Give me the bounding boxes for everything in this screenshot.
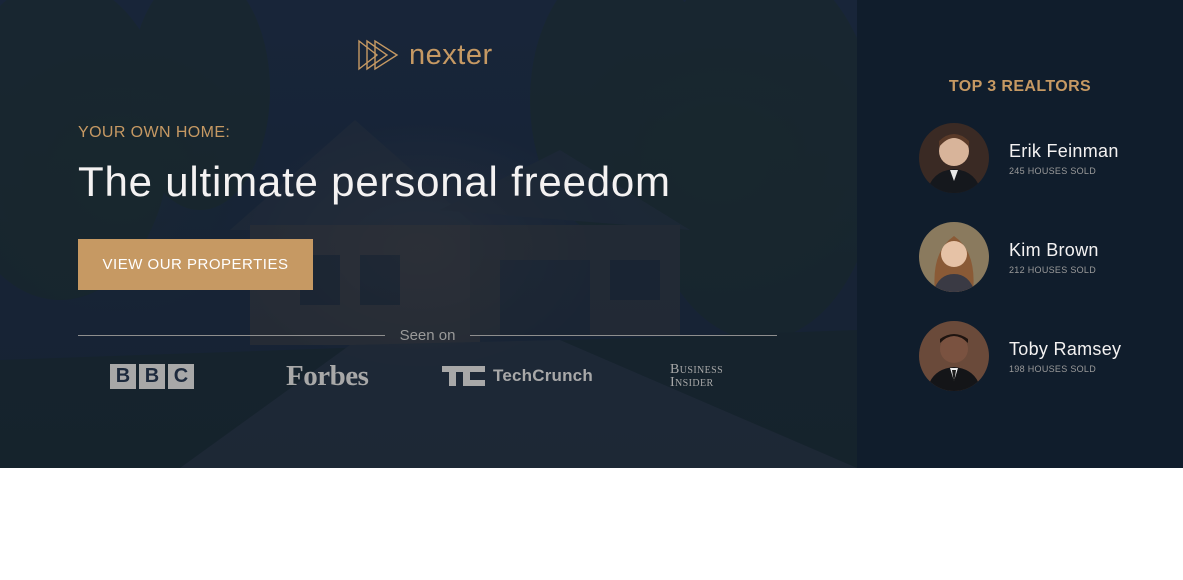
business-insider-line: Insider <box>670 375 714 390</box>
hero-eyebrow: YOUR OWN HOME: <box>78 124 231 141</box>
bbc-letter: C <box>168 363 194 389</box>
bbc-letter: B <box>139 363 165 389</box>
realtor-info: Kim Brown 212 HOUSES SOLD <box>1009 239 1099 275</box>
realtor-name: Erik Feinman <box>1009 141 1119 161</box>
seen-on-label: Seen on <box>399 326 456 344</box>
realtor-info: Toby Ramsey 198 HOUSES SOLD <box>1009 338 1121 374</box>
houses-sold: 245 HOUSES SOLD <box>1009 166 1097 176</box>
avatar-image-toby <box>919 321 989 391</box>
realtor-card[interactable]: Kim Brown 212 HOUSES SOLD <box>919 222 1159 292</box>
play-triangles-icon <box>358 39 399 71</box>
avatar <box>919 321 989 391</box>
business-insider-logo: Business Insider <box>670 356 723 396</box>
bbc-letter: B <box>110 363 136 389</box>
brand-logo[interactable]: nexter <box>357 38 493 72</box>
avatar <box>919 123 989 193</box>
realtor-card[interactable]: Erik Feinman 245 HOUSES SOLD <box>919 123 1159 193</box>
realtor-name: Toby Ramsey <box>1009 339 1122 359</box>
avatar-image-kim <box>919 222 989 292</box>
realtor-card[interactable]: Toby Ramsey 198 HOUSES SOLD <box>919 321 1159 391</box>
realtor-name: Kim Brown <box>1009 240 1099 260</box>
houses-sold: 212 HOUSES SOLD <box>1009 265 1097 275</box>
seen-on-divider: Seen on <box>78 324 778 346</box>
forbes-logo: Forbes <box>286 359 369 392</box>
houses-sold: 198 HOUSES SOLD <box>1009 364 1097 374</box>
bbc-logo: B B C <box>110 356 194 396</box>
divider-line-left <box>78 334 385 336</box>
hero-headline: The ultimate personal freedom <box>78 158 671 205</box>
divider-line-right <box>470 334 778 336</box>
techcrunch-logo: TechCrunch <box>442 356 593 396</box>
techcrunch-mark-icon <box>442 366 485 386</box>
avatar-image-erik <box>919 123 989 193</box>
techcrunch-text: TechCrunch <box>493 366 593 385</box>
hero-section: nexter YOUR OWN HOME: The ultimate perso… <box>0 0 857 468</box>
view-properties-button[interactable]: VIEW OUR PROPERTIES <box>78 239 313 290</box>
realtors-title: TOP 3 REALTORS <box>948 78 1092 95</box>
page: nexter YOUR OWN HOME: The ultimate perso… <box>0 0 1183 580</box>
realtors-sidebar: TOP 3 REALTORS Erik Feinman 245 HOUSES S… <box>857 0 1183 468</box>
avatar <box>919 222 989 292</box>
brand-name: nexter <box>409 38 493 71</box>
realtor-info: Erik Feinman 245 HOUSES SOLD <box>1009 140 1119 176</box>
press-logos: B B C Forbes TechCrunch Business Insider <box>78 356 777 396</box>
